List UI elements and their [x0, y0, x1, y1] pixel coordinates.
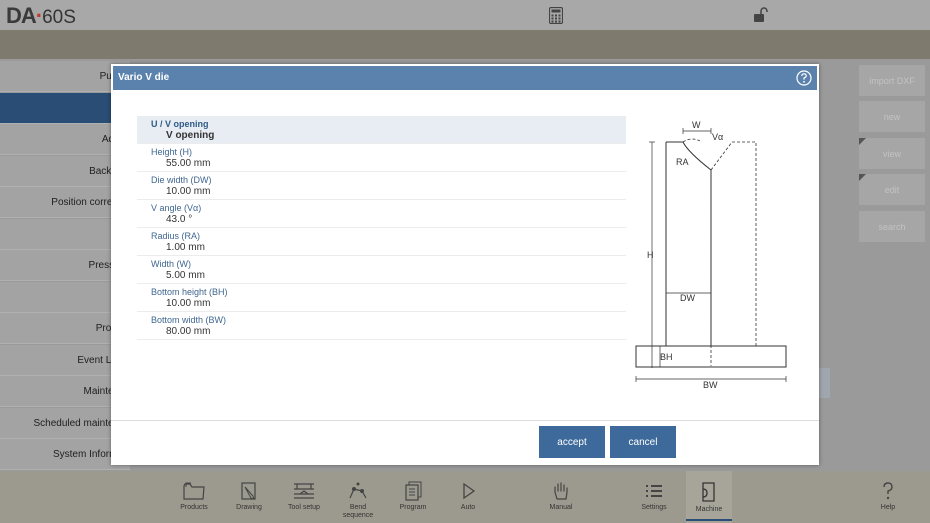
pencil-icon: [241, 482, 256, 500]
diagram-label-dw: DW: [680, 293, 695, 303]
folder-icon: [183, 482, 205, 500]
param-radius[interactable]: Radius (RA) 1.00 mm: [137, 228, 626, 256]
corner-marker-icon: [859, 138, 866, 145]
tool-setup-icon: [294, 483, 314, 499]
bend-sequence-icon: [349, 482, 367, 499]
die-diagram: W Vα RA H DW BH BW: [635, 120, 787, 390]
nav-auto[interactable]: Auto: [446, 471, 490, 523]
nav-help[interactable]: Help: [866, 471, 910, 523]
parameter-list: U / V opening V opening Height (H) 55.00…: [137, 116, 626, 340]
active-indicator: [686, 519, 732, 521]
nav-bend-sequence[interactable]: Bend sequence: [336, 471, 380, 523]
accept-button[interactable]: accept: [539, 426, 605, 458]
param-width[interactable]: Width (W) 5.00 mm: [137, 256, 626, 284]
nav-products[interactable]: Products: [172, 471, 216, 523]
nav-settings[interactable]: Settings: [632, 471, 676, 523]
scroll-indicator: [818, 368, 830, 398]
param-uv-opening[interactable]: U / V opening V opening: [137, 116, 626, 144]
top-bar: DA·60S: [0, 0, 930, 30]
nav-tool-setup[interactable]: Tool setup: [282, 471, 326, 523]
param-height[interactable]: Height (H) 55.00 mm: [137, 144, 626, 172]
bottom-nav: Products Drawing Tool setup Bend sequenc…: [0, 471, 930, 523]
nav-manual[interactable]: Manual: [539, 471, 583, 523]
dialog-header: Vario V die: [113, 66, 817, 90]
settings-list-icon: [646, 485, 662, 497]
help-circle-icon[interactable]: [796, 70, 812, 86]
vario-v-die-dialog: Vario V die U / V opening V opening Heig…: [111, 64, 819, 465]
title-band: [0, 30, 930, 59]
nav-drawing[interactable]: Drawing: [227, 471, 271, 523]
program-icon: [405, 481, 422, 501]
play-icon: [463, 482, 476, 500]
diagram-label-bw: BW: [703, 380, 718, 390]
logo: DA·60S: [6, 3, 76, 28]
dialog-divider: [111, 420, 819, 421]
calculator-icon[interactable]: [549, 7, 563, 24]
import-dxf-button[interactable]: import DXF: [859, 65, 925, 96]
search-button[interactable]: search: [859, 211, 925, 242]
question-icon: [883, 482, 893, 500]
hand-icon: [554, 482, 568, 500]
view-button[interactable]: view: [859, 138, 925, 169]
param-bottom-width[interactable]: Bottom width (BW) 80.00 mm: [137, 312, 626, 340]
diagram-label-ra: RA: [676, 157, 689, 167]
param-v-angle[interactable]: V angle (Vα) 43.0 °: [137, 200, 626, 228]
nav-machine[interactable]: Machine: [686, 471, 732, 523]
nav-program[interactable]: Program: [391, 471, 435, 523]
corner-marker-icon: [859, 174, 866, 181]
cancel-button[interactable]: cancel: [610, 426, 676, 458]
param-die-width[interactable]: Die width (DW) 10.00 mm: [137, 172, 626, 200]
diagram-label-h: H: [647, 250, 654, 260]
dialog-title: Vario V die: [118, 72, 170, 83]
machine-icon: [702, 482, 715, 502]
diagram-label-bh: BH: [660, 352, 673, 362]
new-button[interactable]: new: [859, 101, 925, 132]
diagram-label-va: Vα: [712, 132, 723, 142]
param-bottom-height[interactable]: Bottom height (BH) 10.00 mm: [137, 284, 626, 312]
right-action-panel: import DXF new view edit search: [818, 59, 930, 471]
edit-button[interactable]: edit: [859, 174, 925, 205]
diagram-label-w: W: [692, 120, 701, 130]
unlock-icon[interactable]: [753, 7, 769, 23]
